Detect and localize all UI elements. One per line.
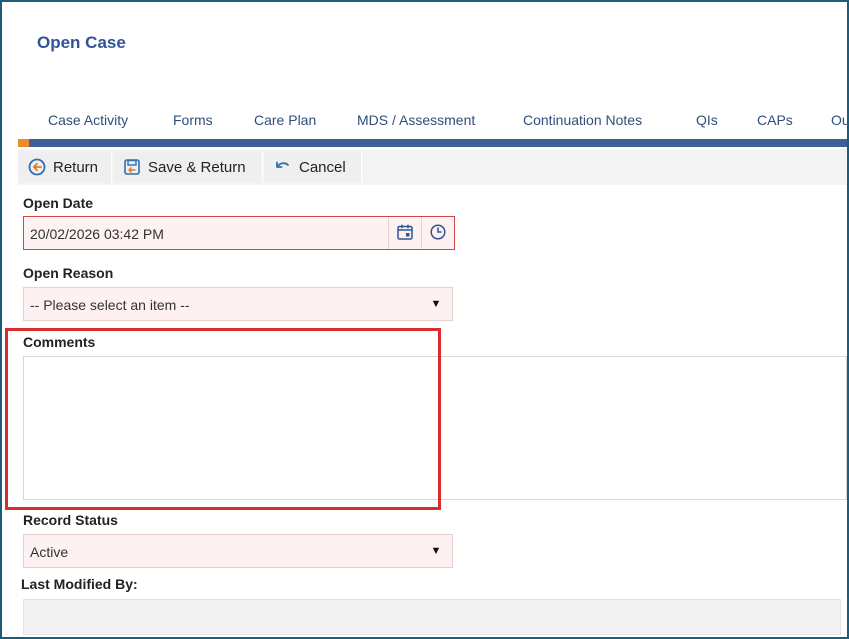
open-reason-label: Open Reason — [23, 265, 114, 281]
calendar-button[interactable] — [388, 217, 420, 249]
cancel-label: Cancel — [299, 158, 346, 176]
tab-caps[interactable]: CAPs — [757, 112, 793, 128]
time-button[interactable] — [421, 217, 453, 249]
toolbar: Return Save & Return Cancel — [18, 149, 847, 185]
record-status-select[interactable]: Active ▼ — [23, 534, 453, 568]
record-status-label: Record Status — [23, 512, 118, 528]
tab-underline-bar — [18, 139, 847, 147]
save-return-label: Save & Return — [148, 158, 246, 176]
clock-icon — [429, 223, 447, 244]
open-date-field[interactable]: 20/02/2026 03:42 PM — [23, 216, 455, 250]
open-date-label: Open Date — [23, 195, 94, 211]
tab-overflow[interactable]: Ou — [831, 112, 847, 128]
save-return-button[interactable]: Save & Return — [113, 151, 263, 183]
tab-mds-assessment[interactable]: MDS / Assessment — [357, 112, 475, 128]
comments-label: Comments — [23, 334, 96, 350]
save-icon — [123, 158, 141, 176]
tab-forms[interactable]: Forms — [173, 112, 213, 128]
tab-care-plan[interactable]: Care Plan — [254, 112, 316, 128]
cancel-button[interactable]: Cancel — [264, 151, 362, 183]
tab-case-activity[interactable]: Case Activity — [48, 112, 128, 128]
tab-continuation-notes[interactable]: Continuation Notes — [523, 112, 642, 128]
return-label: Return — [53, 158, 99, 176]
return-button[interactable]: Return — [18, 151, 112, 183]
tab-accent-marker — [18, 139, 29, 147]
undo-icon — [274, 158, 292, 176]
calendar-icon — [396, 223, 414, 244]
dropdown-caret-icon: ▼ — [430, 545, 442, 557]
last-modified-by-field — [23, 599, 841, 635]
open-reason-value: -- Please select an item -- — [30, 297, 190, 313]
open-reason-select[interactable]: -- Please select an item -- ▼ — [23, 287, 453, 321]
app-frame: Open Case Case Activity Forms Care Plan … — [2, 2, 847, 637]
tab-strip: Case Activity Forms Care Plan MDS / Asse… — [2, 108, 847, 134]
record-status-value: Active — [30, 544, 69, 560]
comments-textarea[interactable] — [23, 356, 847, 500]
return-icon — [28, 158, 46, 176]
dropdown-caret-icon: ▼ — [430, 298, 442, 310]
page-title: Open Case — [37, 33, 126, 52]
tab-qis[interactable]: QIs — [696, 112, 718, 128]
open-date-value: 20/02/2026 03:42 PM — [30, 226, 164, 242]
last-modified-by-label: Last Modified By: — [21, 576, 138, 592]
